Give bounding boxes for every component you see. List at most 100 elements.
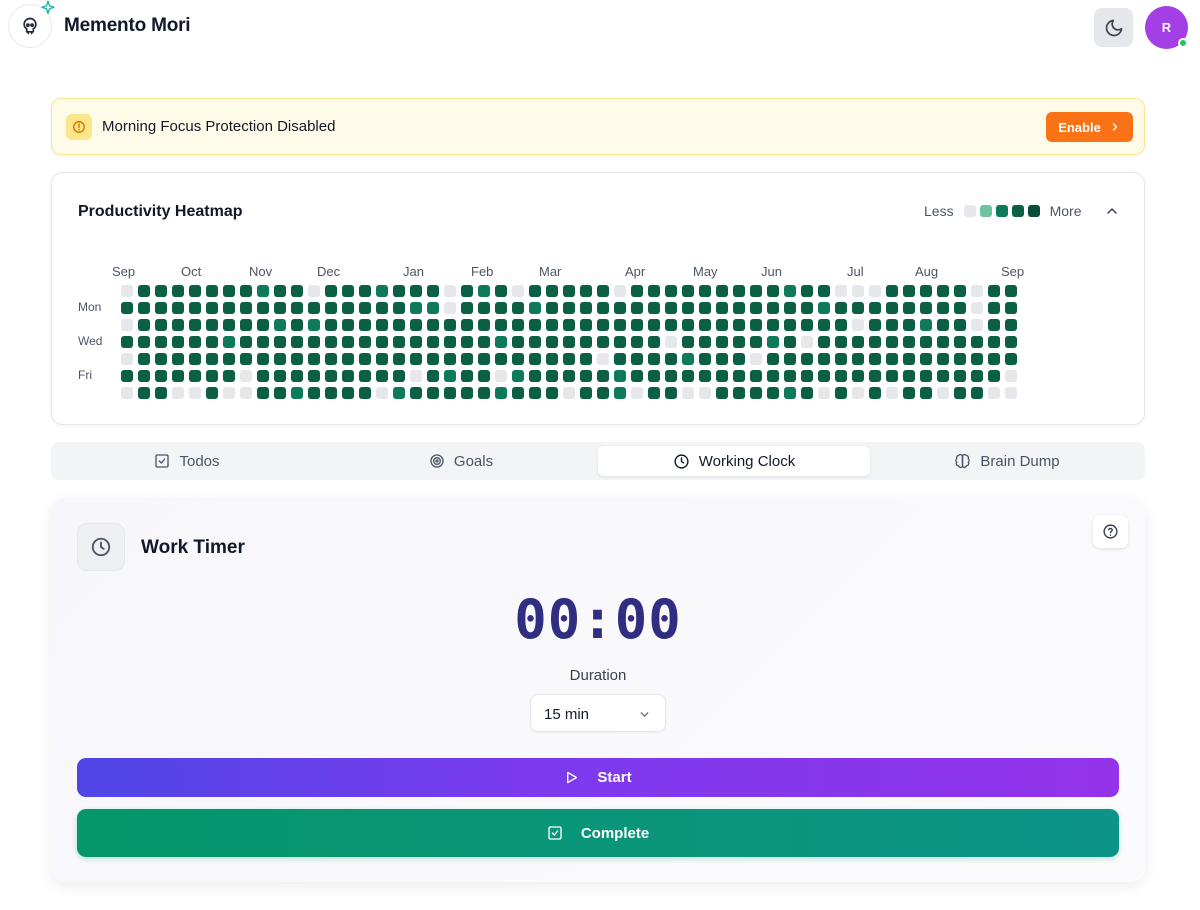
heatmap-cell[interactable] xyxy=(206,319,218,331)
heatmap-cell[interactable] xyxy=(546,387,558,399)
heatmap-cell[interactable] xyxy=(274,387,286,399)
heatmap-cell[interactable] xyxy=(818,370,830,382)
heatmap-cell[interactable] xyxy=(597,353,609,365)
heatmap-cell[interactable] xyxy=(1005,302,1017,314)
heatmap-cell[interactable] xyxy=(546,370,558,382)
heatmap-cell[interactable] xyxy=(240,285,252,297)
heatmap-cell[interactable] xyxy=(512,319,524,331)
heatmap-cell[interactable] xyxy=(835,353,847,365)
heatmap-cell[interactable] xyxy=(478,387,490,399)
heatmap-cell[interactable] xyxy=(835,319,847,331)
heatmap-cell[interactable] xyxy=(155,302,167,314)
heatmap-cell[interactable] xyxy=(155,319,167,331)
heatmap-cell[interactable] xyxy=(971,336,983,348)
heatmap-cell[interactable] xyxy=(1005,370,1017,382)
heatmap-cell[interactable] xyxy=(886,387,898,399)
heatmap-cell[interactable] xyxy=(767,336,779,348)
heatmap-cell[interactable] xyxy=(546,319,558,331)
heatmap-cell[interactable] xyxy=(937,387,949,399)
heatmap-cell[interactable] xyxy=(121,285,133,297)
heatmap-cell[interactable] xyxy=(665,336,677,348)
heatmap-cell[interactable] xyxy=(189,336,201,348)
heatmap-cell[interactable] xyxy=(699,353,711,365)
heatmap-cell[interactable] xyxy=(410,302,422,314)
heatmap-cell[interactable] xyxy=(716,387,728,399)
heatmap-cell[interactable] xyxy=(597,302,609,314)
heatmap-cell[interactable] xyxy=(291,319,303,331)
heatmap-cell[interactable] xyxy=(325,370,337,382)
heatmap-cell[interactable] xyxy=(614,353,626,365)
heatmap-cell[interactable] xyxy=(988,302,1000,314)
heatmap-cell[interactable] xyxy=(529,353,541,365)
heatmap-cell[interactable] xyxy=(597,285,609,297)
heatmap-cell[interactable] xyxy=(665,302,677,314)
heatmap-cell[interactable] xyxy=(155,353,167,365)
heatmap-cell[interactable] xyxy=(121,302,133,314)
heatmap-cell[interactable] xyxy=(359,370,371,382)
heatmap-cell[interactable] xyxy=(495,353,507,365)
heatmap-cell[interactable] xyxy=(682,302,694,314)
heatmap-cell[interactable] xyxy=(342,336,354,348)
heatmap-cell[interactable] xyxy=(920,370,932,382)
heatmap-cell[interactable] xyxy=(682,353,694,365)
heatmap-cell[interactable] xyxy=(920,353,932,365)
heatmap-cell[interactable] xyxy=(903,319,915,331)
heatmap-cell[interactable] xyxy=(240,336,252,348)
heatmap-cell[interactable] xyxy=(257,336,269,348)
heatmap-cell[interactable] xyxy=(597,319,609,331)
heatmap-cell[interactable] xyxy=(223,285,235,297)
heatmap-cell[interactable] xyxy=(648,319,660,331)
heatmap-cell[interactable] xyxy=(325,302,337,314)
heatmap-cell[interactable] xyxy=(529,319,541,331)
heatmap-cell[interactable] xyxy=(376,370,388,382)
heatmap-cell[interactable] xyxy=(121,370,133,382)
heatmap-cell[interactable] xyxy=(563,370,575,382)
heatmap-cell[interactable] xyxy=(682,285,694,297)
heatmap-cell[interactable] xyxy=(852,387,864,399)
heatmap-cell[interactable] xyxy=(920,336,932,348)
heatmap-cell[interactable] xyxy=(648,387,660,399)
heatmap-cell[interactable] xyxy=(444,387,456,399)
heatmap-cell[interactable] xyxy=(716,353,728,365)
heatmap-cell[interactable] xyxy=(580,353,592,365)
heatmap-cell[interactable] xyxy=(971,353,983,365)
heatmap-cell[interactable] xyxy=(733,387,745,399)
heatmap-cell[interactable] xyxy=(121,336,133,348)
heatmap-cell[interactable] xyxy=(325,353,337,365)
heatmap-cell[interactable] xyxy=(529,370,541,382)
heatmap-cell[interactable] xyxy=(495,285,507,297)
heatmap-cell[interactable] xyxy=(784,336,796,348)
heatmap-cell[interactable] xyxy=(189,319,201,331)
heatmap-cell[interactable] xyxy=(563,336,575,348)
heatmap-cell[interactable] xyxy=(427,370,439,382)
heatmap-cell[interactable] xyxy=(376,319,388,331)
heatmap-cell[interactable] xyxy=(835,302,847,314)
heatmap-cell[interactable] xyxy=(478,319,490,331)
heatmap-cell[interactable] xyxy=(835,285,847,297)
heatmap-cell[interactable] xyxy=(393,319,405,331)
heatmap-cell[interactable] xyxy=(308,302,320,314)
heatmap-cell[interactable] xyxy=(937,319,949,331)
heatmap-cell[interactable] xyxy=(495,302,507,314)
heatmap-cell[interactable] xyxy=(954,336,966,348)
heatmap-cell[interactable] xyxy=(801,336,813,348)
heatmap-cell[interactable] xyxy=(954,319,966,331)
heatmap-cell[interactable] xyxy=(597,336,609,348)
user-avatar[interactable]: R xyxy=(1145,6,1188,49)
heatmap-cell[interactable] xyxy=(206,353,218,365)
heatmap-cell[interactable] xyxy=(886,336,898,348)
heatmap-cell[interactable] xyxy=(614,387,626,399)
heatmap-cell[interactable] xyxy=(699,387,711,399)
heatmap-cell[interactable] xyxy=(291,285,303,297)
heatmap-cell[interactable] xyxy=(223,387,235,399)
heatmap-cell[interactable] xyxy=(155,370,167,382)
heatmap-cell[interactable] xyxy=(631,353,643,365)
heatmap-cell[interactable] xyxy=(750,285,762,297)
heatmap-cell[interactable] xyxy=(767,387,779,399)
heatmap-cell[interactable] xyxy=(869,370,881,382)
heatmap-cell[interactable] xyxy=(206,336,218,348)
heatmap-cell[interactable] xyxy=(172,370,184,382)
tab-todos[interactable]: Todos xyxy=(51,446,323,476)
heatmap-cell[interactable] xyxy=(869,336,881,348)
duration-select[interactable]: 15 min xyxy=(530,694,666,732)
